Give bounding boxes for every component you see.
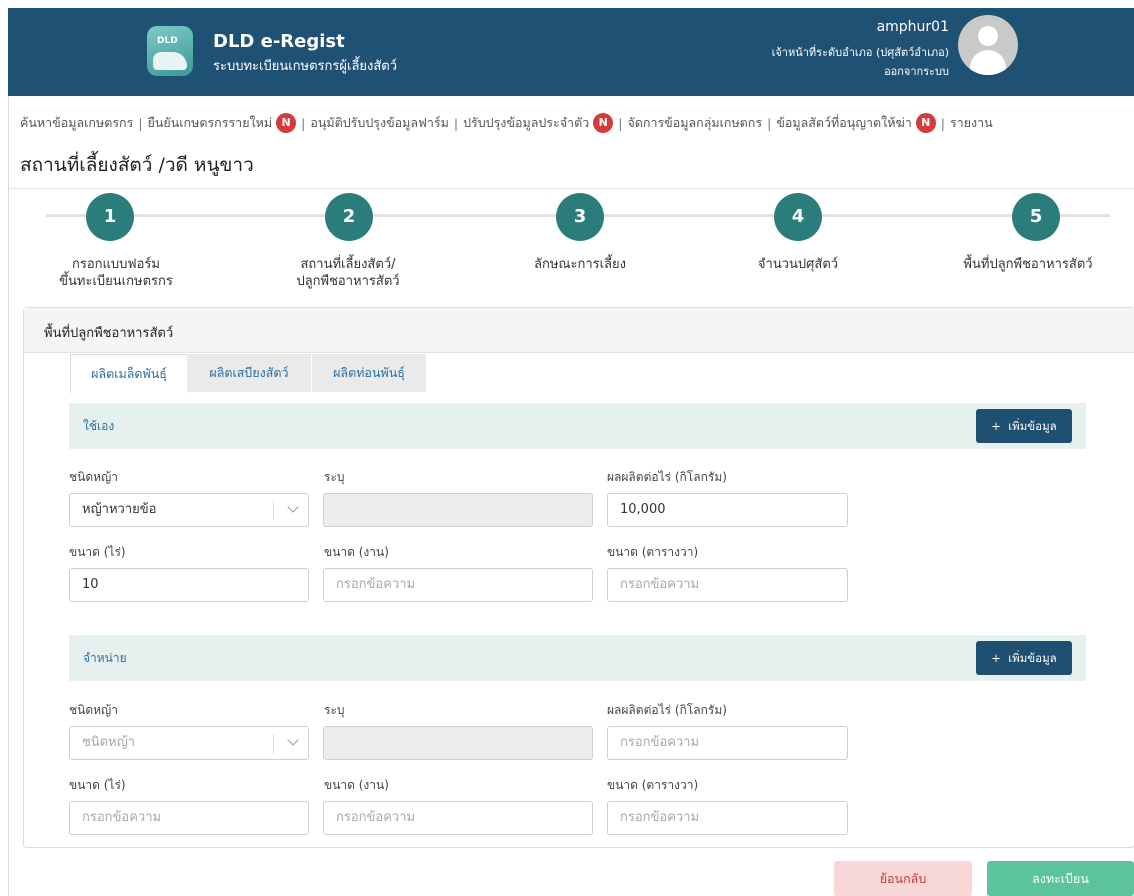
new-badge: N	[276, 113, 297, 133]
nav-approve-farm-update[interactable]: อนุมัติปรับปรุงข้อมูลฟาร์ม	[310, 113, 449, 133]
section-for-sale: จำหน่าย + เพิ่มข้อมูล	[69, 635, 1086, 681]
nav-reports[interactable]: รายงาน	[950, 113, 993, 133]
plus-icon: +	[991, 419, 1001, 433]
grass-type-label: ชนิดหญ้า	[69, 703, 119, 717]
nav-separator: |	[767, 115, 772, 131]
nav-separator: |	[940, 115, 945, 131]
step-4-label: จำนวนปศุสัตว์	[757, 257, 839, 272]
specify-label: ระบุ	[324, 703, 345, 717]
yield-input[interactable]: 10,000	[607, 493, 848, 527]
step-1-label-line1: กรอกแบบฟอร์ม	[72, 257, 160, 272]
panel-title: พื้นที่ปลูกพืชอาหารสัตว์	[44, 326, 174, 341]
section-self-use: ใช้เอง + เพิ่มข้อมูล	[69, 403, 1086, 449]
step-2-label: สถานที่เลี้ยงสัตว์/ ปลูกพืชอาหารสัตว์	[248, 256, 448, 290]
plus-icon: +	[991, 651, 1001, 665]
logout-link[interactable]: ออกจากระบบ	[884, 62, 949, 80]
user-avatar-icon[interactable]	[958, 15, 1018, 75]
step-1-label-line2: ขึ้นทะเบียนเกษตรกร	[59, 274, 173, 289]
wa-label: ขนาด (ตารางวา)	[607, 545, 699, 559]
specify-input[interactable]	[323, 493, 593, 527]
nav-separator: |	[138, 115, 143, 131]
specify-input[interactable]	[323, 726, 593, 760]
nav-separator: |	[453, 115, 459, 131]
chevron-down-icon[interactable]	[287, 734, 299, 746]
avatar-body	[970, 50, 1006, 75]
app-title: DLD e-Regist	[213, 31, 345, 52]
add-data-button[interactable]: + เพิ่มข้อมูล	[976, 409, 1072, 443]
section-title: จำหน่าย	[83, 651, 127, 665]
section-title: ใช้เอง	[83, 419, 115, 433]
step-5-label: พื้นที่ปลูกพืชอาหารสัตว์	[963, 257, 1093, 272]
dld-logo-icon[interactable]: DLD	[147, 26, 193, 76]
divider	[8, 188, 1134, 189]
page-title: สถานที่เลี้ยงสัตว์ /วดี หนูขาว	[20, 154, 254, 176]
logo-text: DLD	[157, 36, 178, 46]
nav-search-farmer[interactable]: ค้นหาข้อมูลเกษตรกร	[20, 113, 133, 133]
rai-input[interactable]: กรอกข้อความ	[69, 801, 309, 835]
yield-input[interactable]: กรอกข้อความ	[607, 726, 848, 760]
ngan-label: ขนาด (งาน)	[324, 778, 389, 792]
add-data-label: เพิ่มข้อมูล	[1008, 651, 1057, 665]
page-border	[8, 96, 9, 896]
ngan-label: ขนาด (งาน)	[324, 545, 389, 559]
add-data-label: เพิ่มข้อมูล	[1008, 419, 1057, 433]
step-3-circle[interactable]: 3	[556, 193, 604, 241]
wa-input[interactable]: กรอกข้อความ	[607, 568, 848, 602]
yield-label: ผลผลิตต่อไร่ (กิโลกรัม)	[607, 703, 727, 717]
nav-separator: |	[301, 115, 306, 131]
step-2-circle[interactable]: 2	[325, 193, 373, 241]
tab-feed-production[interactable]: ผลิตเสบียงสัตว์	[187, 354, 311, 392]
step-2-label-line1: สถานที่เลี้ยงสัตว์/	[300, 257, 396, 272]
add-data-button[interactable]: + เพิ่มข้อมูล	[976, 641, 1072, 675]
tab-cutting-production[interactable]: ผลิตท่อนพันธุ์	[312, 354, 426, 392]
rai-input[interactable]: 10	[69, 568, 309, 602]
grass-type-select[interactable]: หญ้าหวายข้อ	[69, 493, 309, 527]
step-3-label: ลักษณะการเลี้ยง	[534, 257, 626, 272]
ngan-input[interactable]: กรอกข้อความ	[323, 801, 593, 835]
panel-header: พื้นที่ปลูกพืชอาหารสัตว์	[24, 308, 1134, 353]
top-nav: ค้นหาข้อมูลเกษตรกร | ยืนยันเกษตรกรรายใหม…	[20, 113, 993, 133]
step-1-circle[interactable]: 1	[86, 193, 134, 241]
grass-type-select[interactable]: ชนิดหญ้า	[69, 726, 309, 760]
nav-update-profile[interactable]: ปรับปรุงข้อมูลประจำตัว	[463, 113, 589, 133]
step-4-circle[interactable]: 4	[774, 193, 822, 241]
new-badge: N	[593, 113, 614, 133]
tab-seed-production[interactable]: ผลิตเมล็ดพันธุ์	[70, 354, 188, 393]
grass-type-value: หญ้าหวายข้อ	[82, 502, 157, 517]
wa-input[interactable]: กรอกข้อความ	[607, 801, 848, 835]
rai-label: ขนาด (ไร่)	[69, 545, 126, 559]
step-5-circle[interactable]: 5	[1012, 193, 1060, 241]
nav-confirm-new-farmer[interactable]: ยืนยันเกษตรกรรายใหม่	[148, 113, 273, 133]
rai-label: ขนาด (ไร่)	[69, 778, 126, 792]
username: amphur01	[876, 19, 949, 35]
user-role: เจ้าหน้าที่ระดับอำเภอ (ปศุสัตว์อำเภอ)	[771, 46, 949, 59]
ngan-input[interactable]: กรอกข้อความ	[323, 568, 593, 602]
nav-separator: |	[618, 115, 623, 131]
step-2-label-line2: ปลูกพืชอาหารสัตว์	[296, 274, 400, 289]
step-1-label: กรอกแบบฟอร์ม ขึ้นทะเบียนเกษตรกร	[16, 256, 216, 290]
avatar-head	[978, 26, 998, 46]
wa-label: ขนาด (ตารางวา)	[607, 778, 699, 792]
new-badge: N	[915, 113, 936, 133]
app-subtitle: ระบบทะเบียนเกษตรกรผู้เลี้ยงสัตว์	[213, 59, 398, 74]
yield-label: ผลผลิตต่อไร่ (กิโลกรัม)	[607, 470, 727, 484]
chevron-down-icon[interactable]	[287, 501, 299, 513]
register-button[interactable]: ลงทะเบียน	[987, 861, 1134, 896]
specify-label: ระบุ	[324, 470, 345, 484]
select-divider	[273, 734, 274, 754]
nav-manage-farmer-groups[interactable]: จัดการข้อมูลกลุ่มเกษตกร	[627, 113, 762, 133]
select-divider	[273, 501, 274, 521]
grass-type-placeholder: ชนิดหญ้า	[82, 735, 136, 750]
nav-slaughter-permitted[interactable]: ข้อมูลสัตว์ที่อนุญาตให้ฆ่า	[776, 113, 911, 133]
grass-type-label: ชนิดหญ้า	[69, 470, 119, 484]
cow-shape	[153, 52, 187, 70]
back-button[interactable]: ย้อนกลับ	[834, 861, 972, 896]
